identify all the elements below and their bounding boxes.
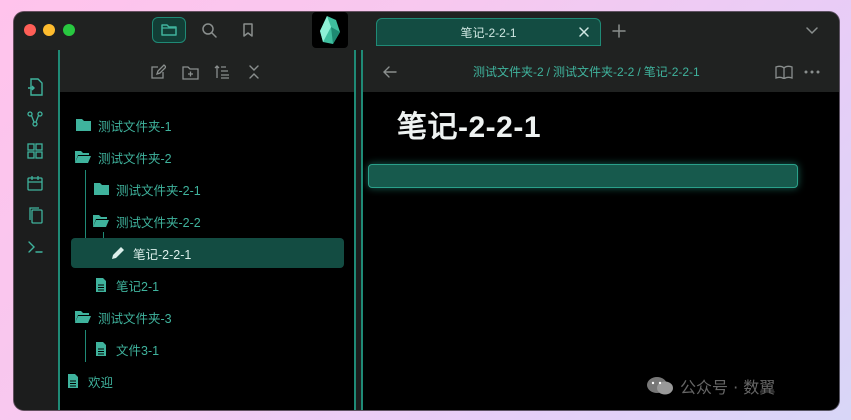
tree-item-label: 欢迎 bbox=[88, 375, 114, 390]
canvas-button[interactable] bbox=[25, 141, 45, 161]
indent-guide bbox=[85, 330, 86, 362]
more-horizontal-icon bbox=[804, 70, 820, 74]
tree-item-label: 测试文件夹-2-1 bbox=[116, 183, 201, 198]
search-button[interactable] bbox=[192, 17, 226, 43]
tree-item-label: 文件3-1 bbox=[116, 343, 160, 358]
file-explorer-panel: 测试文件夹-1 测试文件夹-2 测试文件夹-2-1 测试文件夹-2-2 笔记-2… bbox=[58, 50, 356, 410]
tab-list-button[interactable] bbox=[804, 23, 820, 39]
minimize-window-button[interactable] bbox=[43, 24, 55, 36]
ribbon bbox=[14, 50, 56, 410]
new-folder-button[interactable] bbox=[180, 62, 200, 82]
tree-note-selected[interactable]: 笔记-2-2-1 bbox=[71, 238, 344, 268]
close-window-button[interactable] bbox=[24, 24, 36, 36]
tree-item-label: 测试文件夹-2 bbox=[98, 151, 172, 166]
tree-note[interactable]: 文件3-1 bbox=[92, 334, 344, 364]
folder-open-icon bbox=[93, 215, 109, 227]
arrow-left-icon bbox=[383, 66, 397, 78]
tree-folder[interactable]: 测试文件夹-2-2 bbox=[92, 206, 344, 236]
tree-item-label: 测试文件夹-1 bbox=[98, 119, 172, 134]
back-button[interactable] bbox=[381, 63, 399, 81]
tree-item-label: 测试文件夹-3 bbox=[98, 311, 172, 326]
folder-open-icon bbox=[75, 151, 91, 163]
maximize-window-button[interactable] bbox=[63, 24, 75, 36]
app-window: 笔记-2-2-1 测试文件夹-1 测试文件夹-2 测试文件夹-2-1 测试文件夹… bbox=[14, 12, 839, 410]
chevron-down-icon bbox=[806, 27, 818, 35]
folder-open-icon bbox=[75, 311, 91, 323]
tab-note[interactable]: 笔记-2-2-1 bbox=[376, 18, 601, 46]
command-palette-button[interactable] bbox=[25, 237, 45, 257]
new-tab-button[interactable] bbox=[610, 22, 628, 40]
tree-folder[interactable]: 测试文件夹-2 bbox=[74, 142, 344, 172]
graph-view-icon bbox=[27, 111, 43, 127]
titlebar: 笔记-2-2-1 bbox=[14, 12, 839, 50]
folder-icon bbox=[93, 183, 109, 195]
tree-item-label: 笔记2-1 bbox=[116, 279, 160, 294]
watermark: 公众号 · 数翼 bbox=[646, 374, 775, 398]
tree-folder[interactable]: 测试文件夹-2-1 bbox=[92, 174, 344, 204]
reading-view-button[interactable] bbox=[775, 63, 793, 81]
collapse-all-button[interactable] bbox=[244, 62, 264, 82]
tree-note[interactable]: 欢迎 bbox=[64, 366, 344, 396]
templates-button[interactable] bbox=[25, 205, 45, 225]
file-icon bbox=[68, 374, 78, 388]
file-explorer-button[interactable] bbox=[152, 17, 186, 43]
graph-view-button[interactable] bbox=[25, 109, 45, 129]
book-open-icon bbox=[775, 65, 793, 79]
tab-close-button[interactable] bbox=[576, 24, 592, 40]
watermark-text: 公众号 · 数翼 bbox=[680, 378, 776, 397]
obsidian-logo bbox=[312, 12, 348, 48]
terminal-icon bbox=[28, 241, 43, 253]
breadcrumb: 测试文件夹-2/测试文件夹-2-2/笔记-2-2-1 bbox=[473, 65, 700, 79]
quick-switcher-button[interactable] bbox=[25, 77, 45, 97]
pencil-icon bbox=[112, 247, 124, 259]
editor-pane: 测试文件夹-2/测试文件夹-2-2/笔记-2-2-1 笔记-2-2-1 bbox=[361, 50, 839, 410]
new-note-button[interactable] bbox=[148, 62, 168, 82]
wechat-icon bbox=[647, 377, 673, 395]
file-icon bbox=[96, 342, 106, 356]
tree-folder[interactable]: 测试文件夹-3 bbox=[74, 302, 344, 332]
plus-icon bbox=[612, 24, 626, 38]
open-quick-switcher-icon bbox=[28, 78, 43, 96]
sort-icon bbox=[214, 65, 229, 79]
edit-icon bbox=[151, 64, 166, 79]
tree-folder[interactable]: 测试文件夹-1 bbox=[74, 110, 344, 140]
daily-note-button[interactable] bbox=[25, 173, 45, 193]
close-icon bbox=[579, 27, 589, 37]
breadcrumb-item[interactable]: 测试文件夹-2 bbox=[473, 65, 544, 79]
tree-item-label: 笔记-2-2-1 bbox=[133, 247, 192, 262]
canvas-icon bbox=[27, 143, 43, 159]
active-line-highlight[interactable] bbox=[368, 164, 798, 188]
note-title[interactable]: 笔记-2-2-1 bbox=[397, 102, 541, 146]
file-explorer-toolbar bbox=[60, 50, 354, 92]
tree-note[interactable]: 笔记2-1 bbox=[92, 270, 344, 300]
breadcrumb-item[interactable]: 测试文件夹-2-2 bbox=[553, 65, 634, 79]
obsidian-logo-icon bbox=[320, 16, 340, 44]
tab-title: 笔记-2-2-1 bbox=[460, 25, 517, 40]
collapse-icon bbox=[249, 65, 259, 79]
file-icon bbox=[96, 278, 106, 292]
folder-plus-icon bbox=[181, 65, 199, 80]
sort-button[interactable] bbox=[212, 62, 232, 82]
calendar-icon bbox=[27, 176, 43, 191]
editor-header: 测试文件夹-2/测试文件夹-2-2/笔记-2-2-1 bbox=[363, 50, 839, 92]
more-options-button[interactable] bbox=[803, 63, 821, 81]
search-icon bbox=[202, 23, 217, 38]
folder-icon bbox=[75, 119, 91, 131]
bookmark-icon bbox=[243, 23, 253, 37]
copy-icon bbox=[29, 207, 43, 224]
breadcrumb-current[interactable]: 笔记-2-2-1 bbox=[644, 65, 700, 79]
bookmarks-button[interactable] bbox=[231, 17, 265, 43]
tree-item-label: 测试文件夹-2-2 bbox=[116, 215, 201, 230]
folder-icon bbox=[161, 24, 177, 36]
